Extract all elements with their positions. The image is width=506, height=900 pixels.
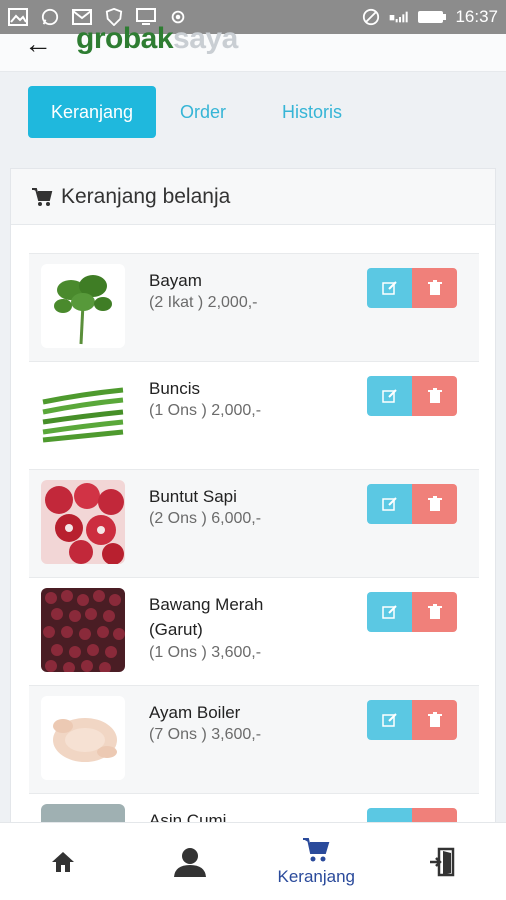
logout-door-icon (429, 847, 454, 876)
back-arrow-icon[interactable]: ← (24, 28, 52, 60)
edit-icon (381, 497, 397, 511)
item-actions (367, 700, 457, 740)
list-item: Buncis (1 Ons ) 2,000,- (29, 361, 479, 469)
trash-icon (427, 388, 442, 403)
trash-icon (427, 604, 442, 619)
delete-button[interactable] (412, 268, 457, 308)
list-item: Ayam Boiler (7 Ons ) 3,600,- (29, 685, 479, 793)
edit-button[interactable] (367, 700, 412, 740)
cart-card: Keranjang belanja Bayam (2 Ikat ) 2,000,… (10, 168, 496, 900)
list-item: Buntut Sapi (2 Ons ) 6,000,- (29, 469, 479, 577)
brand-logo: grobaksaya (76, 22, 238, 56)
item-detail: (2 Ikat ) 2,000,- (149, 294, 258, 311)
battery-icon (418, 11, 447, 23)
delete-button[interactable] (412, 700, 457, 740)
edit-button[interactable] (367, 268, 412, 308)
user-icon (173, 847, 206, 877)
trash-icon (427, 280, 442, 295)
item-actions (367, 268, 457, 308)
trash-icon (427, 712, 442, 727)
edit-button[interactable] (367, 592, 412, 632)
nav-home[interactable] (0, 823, 127, 900)
item-name: Bawang Merah (Garut) (149, 595, 264, 639)
nav-logout[interactable] (380, 823, 506, 900)
nav-keranjang[interactable]: Keranjang (253, 823, 380, 900)
nav-profile[interactable] (127, 823, 254, 900)
nav-keranjang-label: Keranjang (277, 866, 355, 886)
cart-icon (32, 187, 53, 206)
brand-part-1: grobak (76, 22, 174, 55)
cart-icon (303, 837, 330, 861)
whatsapp-icon (41, 8, 59, 26)
brand-part-2: saya (173, 22, 238, 55)
do-not-disturb-icon (363, 8, 380, 26)
product-image (41, 372, 125, 456)
tab-order[interactable]: Order (160, 86, 246, 138)
item-name: Bayam (149, 271, 202, 290)
trash-icon (427, 496, 442, 511)
product-image (41, 264, 125, 348)
edit-icon (381, 713, 397, 727)
card-title: Keranjang belanja (61, 184, 231, 208)
home-icon (52, 851, 75, 872)
item-name: Ayam Boiler (149, 703, 241, 722)
bottom-nav: Keranjang (0, 822, 506, 900)
item-actions (367, 592, 457, 632)
edit-icon (381, 605, 397, 619)
tab-keranjang[interactable]: Keranjang (28, 86, 156, 138)
item-detail: (7 Ons ) 3,600,- (149, 726, 262, 743)
delete-button[interactable] (412, 484, 457, 524)
item-actions (367, 376, 457, 416)
product-image (41, 588, 125, 672)
item-name: Buntut Sapi (149, 487, 237, 506)
card-header: Keranjang belanja (11, 169, 495, 225)
app-header: ← grobaksaya (0, 22, 506, 72)
delete-button[interactable] (412, 592, 457, 632)
clock: 16:37 (455, 7, 498, 26)
cart-list: Bayam (2 Ikat ) 2,000,- Buncis (1 Ons ) … (29, 253, 479, 900)
delete-button[interactable] (412, 376, 457, 416)
list-item: Bawang Merah (Garut) (1 Ons ) 3,600,- (29, 577, 479, 685)
edit-button[interactable] (367, 484, 412, 524)
edit-button[interactable] (367, 376, 412, 416)
item-detail: (2 Ons ) 6,000,- (149, 510, 262, 527)
image-icon (8, 8, 28, 26)
edit-icon (381, 281, 397, 295)
list-item: Bayam (2 Ikat ) 2,000,- (29, 253, 479, 361)
tab-bar: Keranjang Order Historis (28, 86, 362, 138)
item-actions (367, 484, 457, 524)
tab-historis[interactable]: Historis (262, 86, 362, 138)
item-detail: (1 Ons ) 2,000,- (149, 402, 262, 419)
product-image (41, 696, 125, 780)
edit-icon (381, 389, 397, 403)
product-image (41, 480, 125, 564)
item-detail: (1 Ons ) 3,600,- (149, 644, 262, 661)
system-icons: 16:37 (361, 7, 498, 27)
item-name: Buncis (149, 379, 201, 398)
signal-icon (390, 11, 409, 23)
